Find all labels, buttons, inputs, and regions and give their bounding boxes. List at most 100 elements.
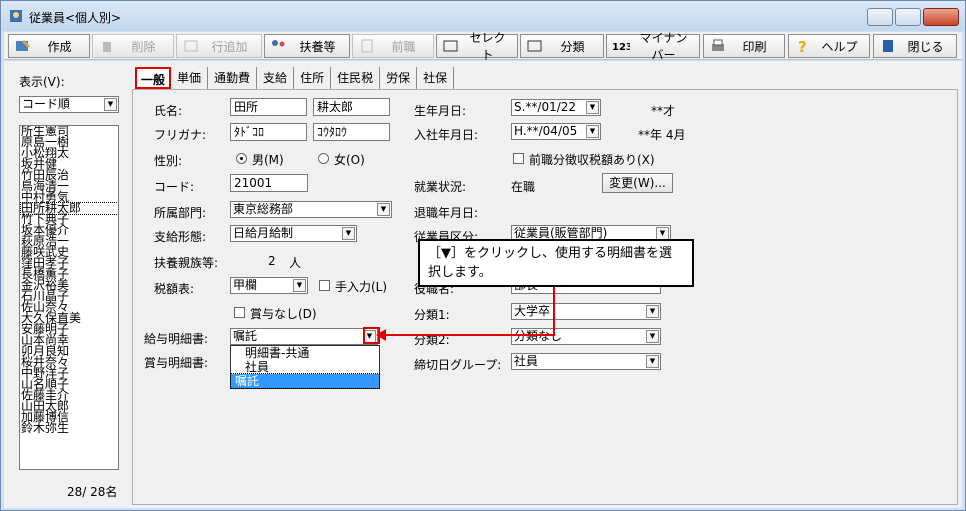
display-label: 表示(V): [19,75,65,89]
svg-text:123: 123 [612,42,630,53]
payslip-dropdown-list[interactable]: 明細書-共通 社員 嘱託 [230,345,380,389]
class2-combo[interactable]: 分類なし ▼ [511,328,661,345]
no-bonus-label: 賞与なし(D) [250,307,317,321]
tab-1[interactable]: 単価 [171,67,209,89]
chevron-down-icon[interactable]: ▼ [377,203,390,216]
employee-count: 28/ 28名 [67,485,118,499]
dept-combo[interactable]: 東京総務部 ▼ [230,201,392,218]
prev-tax-checkbox[interactable] [513,153,524,164]
chevron-down-icon[interactable]: ▼ [586,101,599,114]
age-value: **才 [651,104,676,118]
birth-combo[interactable]: S.**/01/22 ▼ [511,99,601,116]
create-button[interactable]: 作成 [8,34,90,58]
chevron-down-icon[interactable]: ▼ [646,330,659,343]
dependents-label: 扶養親族等: [154,256,219,270]
sort-combo[interactable]: コード順 ▼ [19,96,119,113]
dropdown-option[interactable]: 嘱託 [230,373,380,389]
cutoff-combo[interactable]: 社員 ▼ [511,353,661,370]
classify-button[interactable]: 分類 [520,34,604,58]
first-name-input[interactable]: 耕太郎 [313,98,390,116]
list-item[interactable]: 鈴木弥生 [21,422,118,434]
gender-label: 性別: [154,154,183,168]
chevron-down-icon[interactable]: ▼ [646,305,659,318]
dependents-button[interactable]: 扶養等 [264,34,350,58]
callout-connector-horizontal [380,334,555,336]
svg-text:?: ? [798,38,807,54]
dependents-unit: 人 [289,256,302,270]
no-bonus-checkbox[interactable] [234,307,245,318]
bonusslip-label: 賞与明細書: [144,356,209,370]
employee-list[interactable]: 所生憲司 原島一樹 小松翔太 坂井健 竹田辰治 鳥海清一 中村勇気 田所耕太郎 竹下典子 坂本優介… [19,125,119,470]
printer-icon [712,39,724,51]
manual-label: 手入力(L) [335,280,388,294]
dependents-value: 2 [268,254,276,268]
add-row-button[interactable]: 行追加 [176,34,262,58]
close-button[interactable]: 閉じる [873,34,957,58]
last-name-input[interactable]: 田所 [230,98,307,116]
tab-0[interactable]: 一般 [135,67,172,89]
dept-label: 所属部門: [154,206,207,220]
class1-label: 分類1: [414,308,450,322]
prev-tax-label: 前職分徴収税額あり(X) [529,153,655,167]
tab-3[interactable]: 支給 [257,67,295,89]
help-button[interactable]: ? ヘルプ [788,34,870,58]
prev-job-button[interactable]: 前職 [352,34,434,58]
chevron-down-icon[interactable]: ▼ [342,227,355,240]
select-button[interactable]: セレクト [436,31,518,62]
tab-6[interactable]: 労保 [380,67,418,89]
general-panel: 氏名: 田所 耕太郎 フリガナ: ﾀﾄﾞｺﾛ ｺｳﾀﾛｳ 性別: 男(M) 女(… [132,89,958,505]
cutoff-label: 締切日グループ: [414,358,502,372]
delete-button[interactable]: 削除 [92,34,174,58]
dropdown-option[interactable]: 社員 [231,360,379,374]
chevron-down-icon[interactable]: ▼ [293,279,306,292]
tax-table-label: 税額表: [154,282,195,296]
female-label: 女(O) [334,153,365,167]
door-icon [883,40,893,52]
toolbar: 作成 削除 行追加 扶養等 前職 セレクト 分類 123 マイナンバー 印刷 ? ヘ… [4,31,962,62]
chevron-down-icon[interactable]: ▼ [104,98,117,111]
first-kana-input[interactable]: ｺｳﾀﾛｳ [313,123,390,141]
tab-5[interactable]: 住民税 [331,67,381,89]
pay-type-combo[interactable]: 日給月給制 ▼ [230,225,357,242]
class1-combo[interactable]: 大学卒 ▼ [511,303,661,320]
callout-connector-vertical [553,285,555,336]
status-label: 就業状況: [414,180,467,194]
tab-2[interactable]: 通勤費 [208,67,258,89]
print-button[interactable]: 印刷 [703,34,785,58]
payslip-label: 給与明細書: [144,332,209,346]
last-kana-input[interactable]: ﾀﾄﾞｺﾛ [230,123,307,141]
male-radio[interactable] [236,153,247,164]
help-icon: ? [798,38,807,54]
retire-label: 退職年月日: [414,206,479,220]
title-bar: 従業員<個人別> [1,1,965,31]
app-window: 従業員<個人別> 作成 削除 行追加 扶養等 前職 セレクト 分類 123 マイナ… [0,0,966,511]
employee-list-pane: 表示(V): コード順 ▼ 所生憲司 原島一樹 小松翔太 坂井健 竹田辰治 鳥海清一 中村勇気… [4,61,130,508]
dropdown-option[interactable]: 明細書-共通 [231,346,379,360]
kana-label: フリガナ: [154,128,207,142]
payslip-combo[interactable]: 嘱託 ▼ [230,328,378,345]
hire-label: 入社年月日: [414,128,479,142]
chevron-down-icon[interactable]: ▼ [586,125,599,138]
mynumber-button[interactable]: 123 マイナンバー [606,31,700,62]
window-title: 従業員<個人別> [29,11,122,25]
tab-strip: 一般 単価 通勤費 支給 住所 住民税 労保 社保 [135,67,455,89]
classify-icon [527,40,542,52]
female-radio[interactable] [318,153,329,164]
hire-combo[interactable]: H.**/04/05 ▼ [511,123,601,140]
tax-table-combo[interactable]: 甲欄 ▼ [230,277,308,294]
instruction-callout: ［▼］をクリックし、使用する明細書を選択します。 [418,239,694,287]
maximize-button[interactable] [895,8,921,26]
close-window-button[interactable] [923,8,959,26]
tab-7[interactable]: 社保 [417,67,455,89]
chevron-down-icon[interactable]: ▼ [646,355,659,368]
trash-icon [103,42,111,52]
pay-type-label: 支給形態: [154,230,207,244]
minimize-button[interactable] [867,8,893,26]
tenure-value: **年 4月 [638,128,686,142]
number-icon: 123 [612,42,630,53]
male-label: 男(M) [252,153,284,167]
code-input[interactable]: 21001 [230,174,308,192]
change-status-button[interactable]: 変更(W)... [602,173,673,193]
tab-4[interactable]: 住所 [294,67,332,89]
manual-checkbox[interactable] [319,280,330,291]
